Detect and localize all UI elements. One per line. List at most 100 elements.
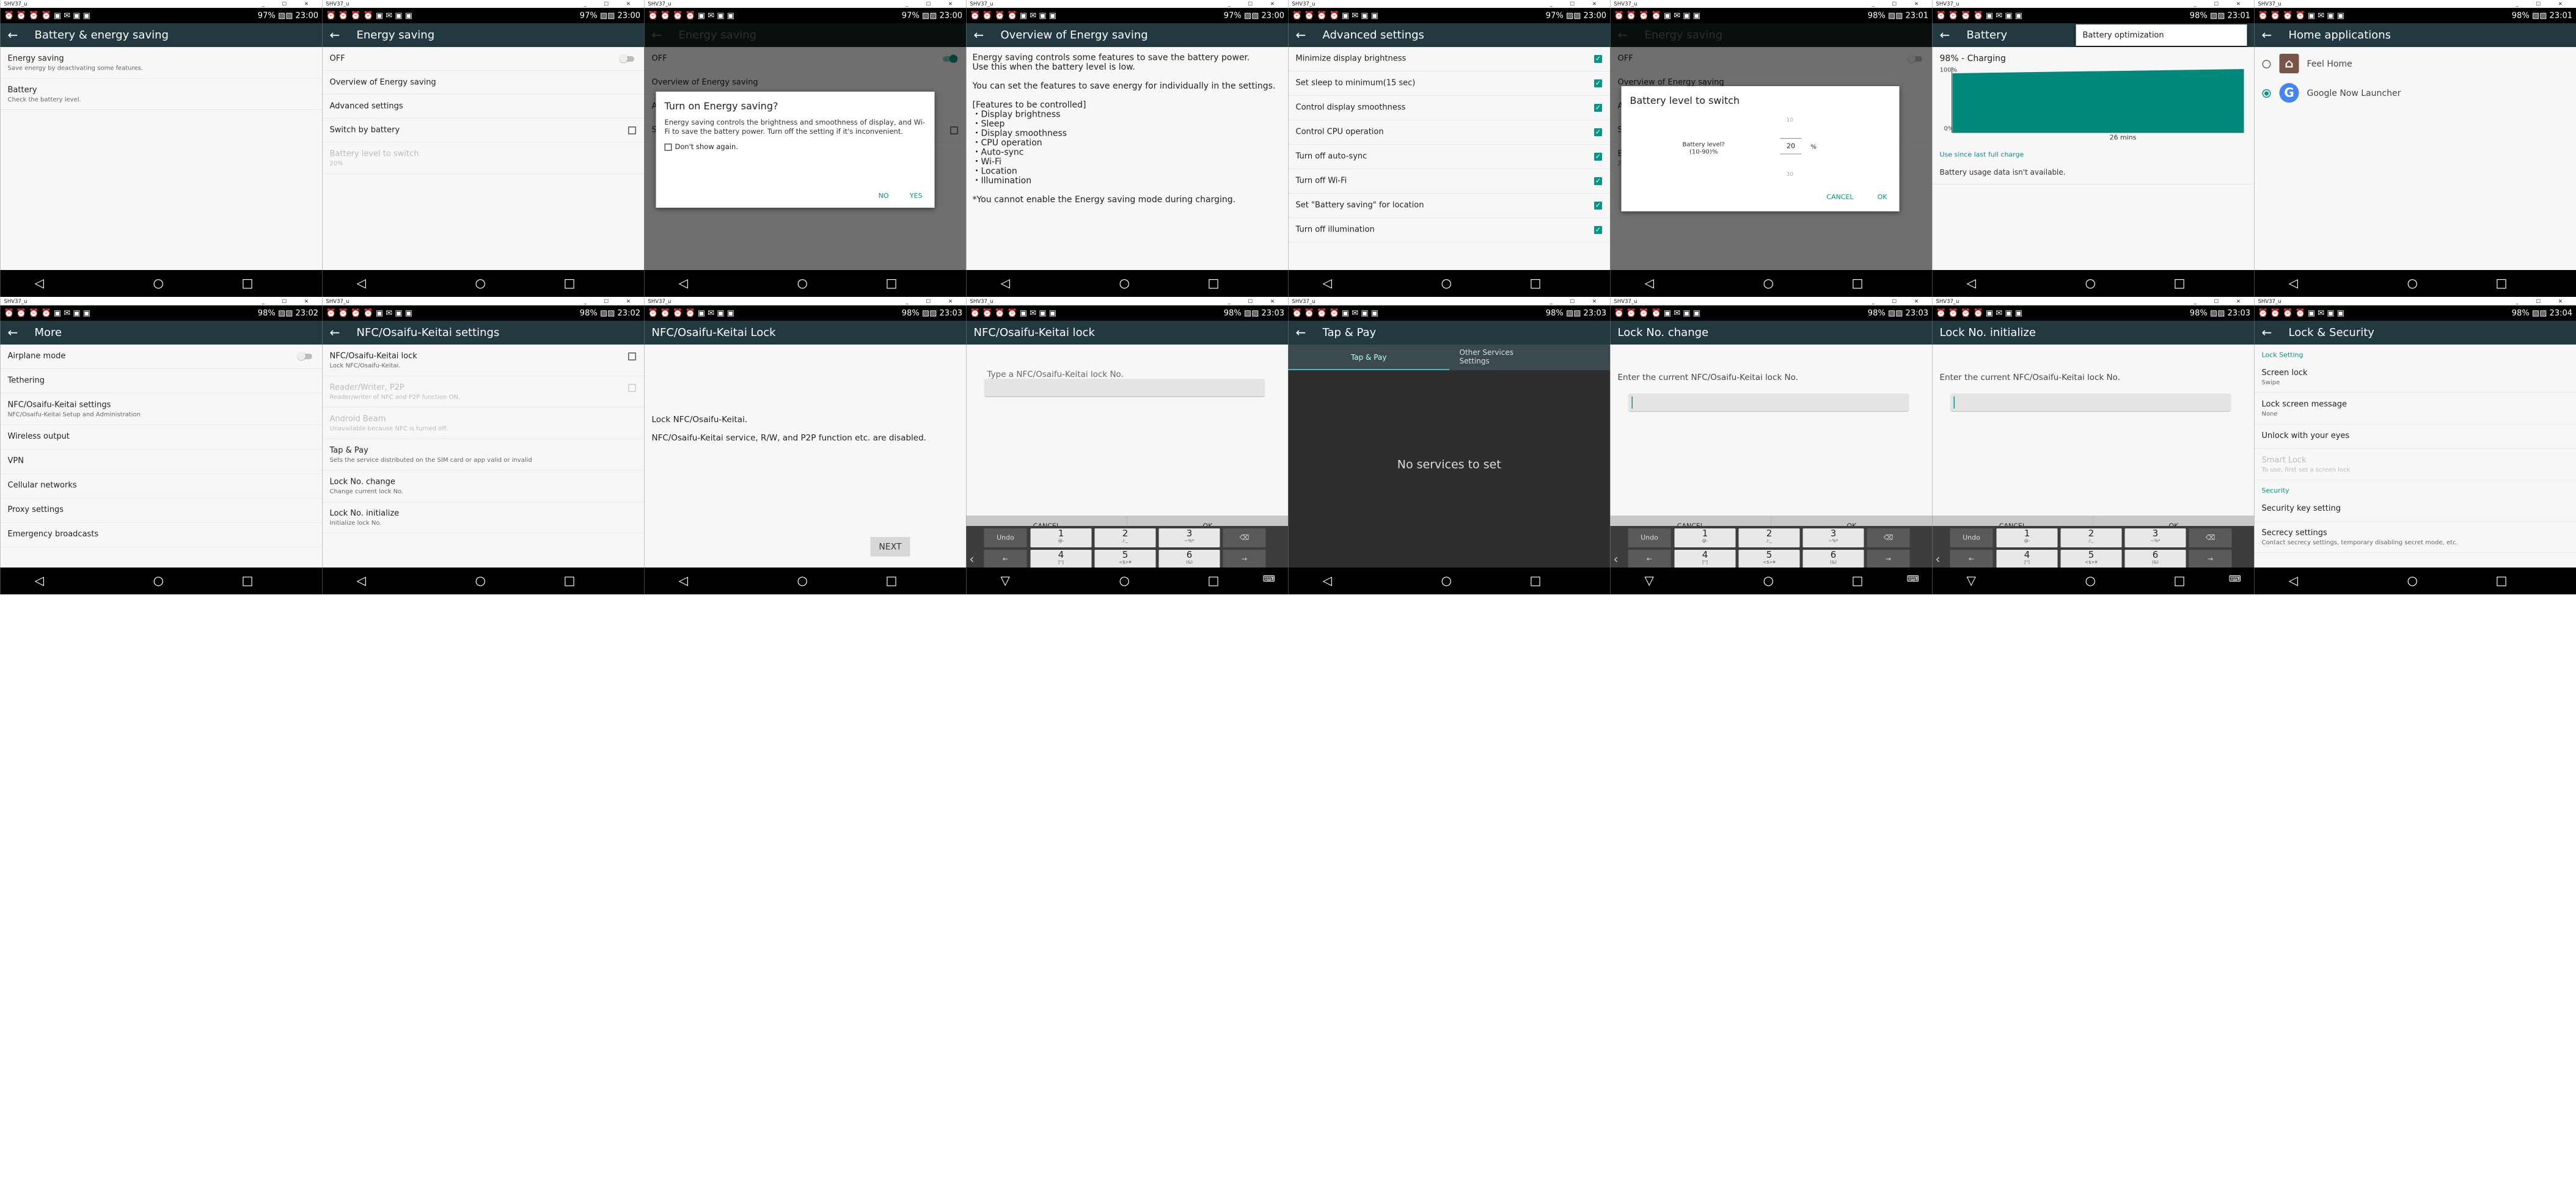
window-controls[interactable]: _ ☐ ✕ [906,0,961,8]
back-arrow-icon[interactable]: ← [1296,23,1306,47]
cursor-right-key[interactable]: → [1867,550,1910,569]
lock-number-input[interactable] [1628,393,1909,412]
nav-recent-icon[interactable]: □ [1852,574,1864,588]
nav-recent-icon[interactable]: □ [886,574,898,588]
nav-home-icon[interactable]: ○ [2407,574,2418,588]
nav-recent-icon[interactable]: □ [1530,574,1542,588]
list-item[interactable]: Cellular networks [0,474,322,498]
list-item[interactable]: Tethering [0,369,322,393]
nav-recent-icon[interactable]: □ [1530,276,1542,290]
toggle-switch[interactable] [298,352,312,360]
nav-back-icon[interactable]: ◁ [1967,276,1976,290]
app-option[interactable]: ⌂ Feel Home [2255,50,2576,78]
list-item[interactable]: Android Beam Unavailable because NFC is t… [322,407,644,439]
list-item[interactable]: Proxy settings [0,498,322,523]
nav-home-icon[interactable]: ○ [1119,574,1130,588]
nav-home-icon[interactable]: ○ [153,574,164,588]
window-controls[interactable]: _ ☐ ✕ [1550,0,1605,8]
checkbox[interactable] [664,143,672,151]
tab-tap-pay[interactable]: Tap & Pay [1288,345,1449,370]
back-arrow-icon[interactable]: ← [330,23,340,47]
back-arrow-icon[interactable]: ← [1940,23,1950,47]
picker-above[interactable]: 10 [1787,117,1793,123]
battery-optimization-menu[interactable]: Battery optimization [2076,24,2247,46]
digit-key[interactable]: 3 ~%* [1158,528,1220,547]
list-item[interactable]: Advanced settings [322,95,644,119]
app-option[interactable]: G Google Now Launcher [2255,79,2576,107]
window-controls[interactable]: _ ☐ ✕ [2516,298,2571,305]
list-item[interactable]: Battery level to switch 20% [322,142,644,174]
back-arrow-icon[interactable]: ← [8,321,18,345]
window-controls[interactable]: _ ☐ ✕ [2516,0,2571,8]
window-controls[interactable]: _ ☐ ✕ [584,0,639,8]
checkbox[interactable]: ✓ [1594,79,1602,87]
back-arrow-icon[interactable]: ← [2262,23,2272,47]
toggle-switch[interactable] [620,54,634,63]
list-item[interactable]: Control CPU operation ✓ [1288,120,1610,145]
window-controls[interactable]: _ ☐ ✕ [2194,0,2249,8]
nav-home-icon[interactable]: ○ [2085,574,2096,588]
hide-keyboard-icon[interactable]: ▽ [1001,574,1010,588]
window-controls[interactable]: _ ☐ ✕ [906,298,961,305]
digit-key[interactable]: 6 (&) [1802,550,1864,569]
tab-other-services[interactable]: Other Services Settings [1460,348,1533,365]
nav-home-icon[interactable]: ○ [475,574,486,588]
nav-recent-icon[interactable]: □ [1208,574,1220,588]
undo-key[interactable]: Undo [984,528,1027,547]
list-item[interactable]: Lock No. initialize Initialize lock No. [322,502,644,533]
nav-back-icon[interactable]: ◁ [679,574,688,588]
list-item[interactable]: VPN [0,450,322,474]
list-item[interactable]: Set "Battery saving" for location ✓ [1288,194,1610,218]
nav-recent-icon[interactable]: □ [564,574,576,588]
hide-keyboard-icon[interactable]: ▽ [1645,574,1654,588]
undo-key[interactable]: Undo [1628,528,1671,547]
list-item[interactable]: Turn off illumination ✓ [1288,218,1610,243]
digit-key[interactable]: 3 ~%* [2124,528,2186,547]
checkbox[interactable] [628,384,636,392]
back-arrow-icon[interactable]: ← [2262,321,2272,345]
window-controls[interactable]: _ ☐ ✕ [262,0,317,8]
dont-show-checkbox-row[interactable]: Don't show again. [664,143,926,151]
cursor-left-key[interactable]: ← [1628,550,1671,569]
list-item[interactable]: Tap & Pay Sets the service distributed on… [322,439,644,470]
list-item[interactable]: Wireless output [0,425,322,450]
backspace-key[interactable]: ⌫ [2189,528,2232,547]
list-item[interactable]: Turn off Wi-Fi ✓ [1288,169,1610,194]
keyboard-icon[interactable]: ⌨ [1263,574,1275,584]
digit-key[interactable]: 2/:_ [1738,528,1800,547]
digit-key[interactable]: 5 <$>¥ [1094,550,1156,569]
list-item[interactable]: Emergency broadcasts [0,523,322,547]
nav-back-icon[interactable]: ◁ [679,276,688,290]
digit-key[interactable]: 4 ["] [1030,550,1092,569]
back-arrow-icon[interactable]: ← [974,23,984,47]
back-arrow-icon[interactable]: ← [8,23,18,47]
list-item[interactable]: Screen lock Swipe [2254,362,2576,393]
cursor-left-key[interactable]: ← [1950,550,1993,569]
list-item[interactable]: Control display smoothness ✓ [1288,96,1610,120]
cursor-right-key[interactable]: → [1223,550,1266,569]
nav-home-icon[interactable]: ○ [1763,276,1774,290]
checkbox[interactable] [628,126,636,134]
checkbox[interactable]: ✓ [1594,104,1602,112]
window-controls[interactable]: _ ☐ ✕ [1872,0,1927,8]
nav-home-icon[interactable]: ○ [2085,276,2096,290]
list-item[interactable]: Smart Lock To use, first set a screen loc… [2254,449,2576,480]
list-item[interactable]: Lock No. change Change current lock No. [322,470,644,502]
nav-home-icon[interactable]: ○ [1119,276,1130,290]
digit-key[interactable]: 1 @- [1674,528,1736,547]
keyboard-side-arrow-icon[interactable]: ‹ [1936,552,1941,566]
nav-back-icon[interactable]: ◁ [35,574,44,588]
nav-home-icon[interactable]: ○ [153,276,164,290]
nav-home-icon[interactable]: ○ [797,574,808,588]
digit-key[interactable]: 6 (&) [1158,550,1220,569]
digit-key[interactable]: 4 ["] [1996,550,2058,569]
digit-key[interactable]: 6 (&) [2124,550,2186,569]
checkbox[interactable]: ✓ [1594,226,1602,234]
yes-button[interactable]: YES [910,192,923,200]
digit-key[interactable]: 1 @- [1996,528,2058,547]
nav-recent-icon[interactable]: □ [242,574,254,588]
nav-back-icon[interactable]: ◁ [1323,574,1332,588]
nav-back-icon[interactable]: ◁ [2289,574,2298,588]
list-item[interactable]: Energy saving Save energy by deactivating… [0,47,322,79]
back-arrow-icon[interactable]: ← [1296,321,1306,345]
